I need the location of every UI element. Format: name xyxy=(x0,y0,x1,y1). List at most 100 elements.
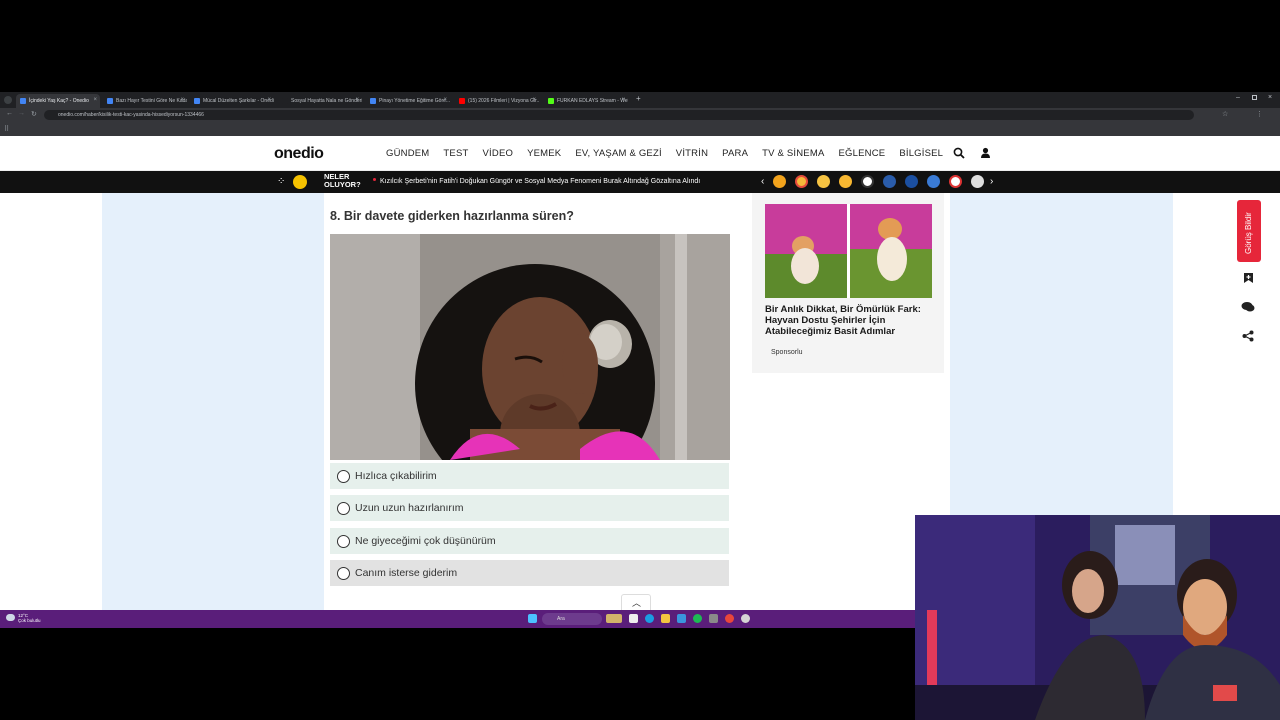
edge-icon[interactable] xyxy=(645,614,654,623)
tab-title: FURKAN EDLAYS Stream - Web... xyxy=(557,98,628,104)
radio-icon[interactable] xyxy=(337,566,350,580)
nav-item[interactable]: GÜNDEM xyxy=(386,148,429,159)
sad-emoji-icon[interactable] xyxy=(817,175,830,188)
nav-item[interactable]: VİTRİN xyxy=(676,148,708,159)
bookmarks-bar: ⠿ xyxy=(0,122,1280,136)
sponsor-label: Sponsorlu xyxy=(771,349,803,356)
ticker-prev-icon[interactable]: ‹ xyxy=(761,176,764,187)
tab-close-icon[interactable]: × xyxy=(267,97,271,103)
tab-title: (15) 2026 Filmleri | Vizyona Gir... xyxy=(468,98,539,104)
tab-favicon-icon xyxy=(370,98,376,104)
sponsored-title[interactable]: Bir Anlık Dikkat, Bir Ömürlük Fark: Hayv… xyxy=(765,304,932,337)
tab-close-icon[interactable]: × xyxy=(355,97,359,103)
start-windows-icon[interactable] xyxy=(528,614,537,623)
close-window-icon[interactable]: × xyxy=(1268,94,1272,101)
radio-icon[interactable] xyxy=(337,501,350,515)
tab-close-icon[interactable]: × xyxy=(443,97,447,103)
tab-close-icon[interactable]: × xyxy=(621,97,625,103)
back-icon[interactable]: ← xyxy=(6,110,13,117)
widgets-icon[interactable] xyxy=(606,614,622,623)
browser-tab[interactable]: Mücal Düzelten Şarkılar - Onedio × xyxy=(190,94,274,108)
radio-icon[interactable] xyxy=(337,469,350,483)
ticker-headline[interactable]: Kızılcık Şerbeti'nin Fatih'i Doğukan Gün… xyxy=(380,178,700,185)
forward-icon[interactable]: → xyxy=(18,110,25,117)
browser-tab[interactable]: (15) 2026 Filmleri | Vizyona Gir... × xyxy=(455,94,539,108)
user-icon[interactable] xyxy=(980,147,991,159)
love-eyes-emoji-icon[interactable] xyxy=(795,175,808,188)
nav-item[interactable]: EĞLENCE xyxy=(839,148,886,159)
browser-tab[interactable]: Bazı Hayır Testini Göre Ne Kadar... × xyxy=(103,94,187,108)
search-icon[interactable] xyxy=(953,147,965,159)
tab-favicon-icon xyxy=(548,98,554,104)
nav-item[interactable]: TEST xyxy=(443,148,468,159)
news-badge-icon[interactable] xyxy=(883,175,896,188)
feedback-label: Görüş Bildir xyxy=(1244,212,1253,254)
taskbar-search[interactable]: Ara xyxy=(542,613,602,625)
tab-close-icon[interactable]: × xyxy=(180,97,184,103)
nav-item[interactable]: PARA xyxy=(722,148,748,159)
neler-oluyor-label[interactable]: NELER OLUYOR? xyxy=(324,173,361,189)
globe-badge-icon[interactable] xyxy=(861,175,874,188)
nav-item[interactable]: TV & SİNEMA xyxy=(762,148,824,159)
tv-badge-icon[interactable] xyxy=(927,175,940,188)
task-view-icon[interactable] xyxy=(629,614,638,623)
nav-item[interactable]: BİLGİSEL xyxy=(899,148,943,159)
site-logo[interactable]: onedio xyxy=(274,145,324,163)
nav-item[interactable]: YEMEK xyxy=(527,148,561,159)
new-tab-icon[interactable]: + xyxy=(636,94,641,103)
tab-favicon-icon xyxy=(107,98,113,104)
url-input[interactable]: onedio.com/haber/kisilik-testi-kac-yasin… xyxy=(44,110,1194,120)
reload-icon[interactable]: ↻ xyxy=(31,110,37,118)
feedback-button[interactable]: Görüş Bildir xyxy=(1237,200,1261,262)
browser-tab[interactable]: Sosyal Hayatta Nala ne Gönderi... × xyxy=(278,94,362,108)
tab-title: Mücal Düzelten Şarkılar - Onedio xyxy=(203,98,274,104)
browser-tab[interactable]: İçindeki Yaş Kaç? - Onedio × xyxy=(16,94,100,108)
file-explorer-icon[interactable] xyxy=(661,614,670,623)
chrome-icon[interactable] xyxy=(725,614,734,623)
browser-tab[interactable]: Pinayı Yönetime Eğitime Göre... × xyxy=(366,94,450,108)
scroll-up-button[interactable]: ︿ xyxy=(621,594,651,610)
share-icon[interactable] xyxy=(1242,330,1254,342)
ticker-next-icon[interactable]: › xyxy=(990,176,993,187)
store-icon[interactable] xyxy=(677,614,686,623)
browser-tab[interactable]: FURKAN EDLAYS Stream - Web... × xyxy=(544,94,628,108)
radio-icon[interactable] xyxy=(337,534,350,548)
tab-title: Bazı Hayır Testini Göre Ne Kadar... xyxy=(116,98,187,104)
nav-item[interactable]: EV, YAŞAM & GEZİ xyxy=(575,148,661,159)
tab-list-icon[interactable] xyxy=(4,96,12,104)
sponsored-image[interactable] xyxy=(765,204,932,298)
bookmark-star-icon[interactable]: ☆ xyxy=(1222,110,1228,118)
tab-favicon-icon xyxy=(459,98,465,104)
weather-icon[interactable] xyxy=(6,614,15,621)
grid-menu-icon[interactable]: ⁘ xyxy=(277,176,285,187)
maximize-icon[interactable] xyxy=(1252,95,1257,100)
laugh-emoji-icon[interactable] xyxy=(839,175,852,188)
nav-item[interactable]: VİDEO xyxy=(483,148,514,159)
health-badge-icon[interactable] xyxy=(949,175,962,188)
answer-option-2[interactable]: Uzun uzun hazırlanırım xyxy=(330,495,729,521)
bookmark-add-icon[interactable] xyxy=(1243,272,1254,284)
answer-option-4[interactable]: Canım isterse giderim xyxy=(330,560,729,586)
tab-favicon-icon xyxy=(282,98,288,104)
tab-close-icon[interactable]: × xyxy=(93,97,97,103)
reaction-emoji-icon[interactable] xyxy=(773,175,786,188)
money-badge-icon[interactable] xyxy=(905,175,918,188)
address-bar-row: ← → ↻ onedio.com/haber/kisilik-testi-kac… xyxy=(0,108,1280,122)
answer-option-3[interactable]: Ne giyeceğimi çok düşünürüm xyxy=(330,528,729,554)
comments-icon[interactable] xyxy=(1241,301,1255,313)
answer-option-1[interactable]: Hızlıca çıkabilirim xyxy=(330,463,729,489)
answer-label: Hızlıca çıkabilirim xyxy=(355,470,437,482)
obs-icon[interactable] xyxy=(741,614,750,623)
tab-close-icon[interactable]: × xyxy=(532,97,536,103)
question-image xyxy=(330,234,730,460)
browser-tab-bar: İçindeki Yaş Kaç? - Onedio × Bazı Hayır Te… xyxy=(0,92,1280,108)
app-icon[interactable] xyxy=(709,614,718,623)
minimize-icon[interactable]: – xyxy=(1236,94,1240,101)
extensions-icon[interactable]: ⋮ xyxy=(1256,110,1263,118)
apps-grid-icon[interactable]: ⠿ xyxy=(4,125,9,133)
weather-widget[interactable]: 12°C Çok bulutlu xyxy=(18,613,41,623)
spotify-icon[interactable] xyxy=(693,614,702,623)
more-badge-icon[interactable] xyxy=(971,175,984,188)
site-header: onedio GÜNDEM TEST VİDEO YEMEK EV, YAŞAM & G… xyxy=(0,136,1280,171)
question-title: 8. Bir davete giderken hazırlanma süren? xyxy=(330,209,574,223)
